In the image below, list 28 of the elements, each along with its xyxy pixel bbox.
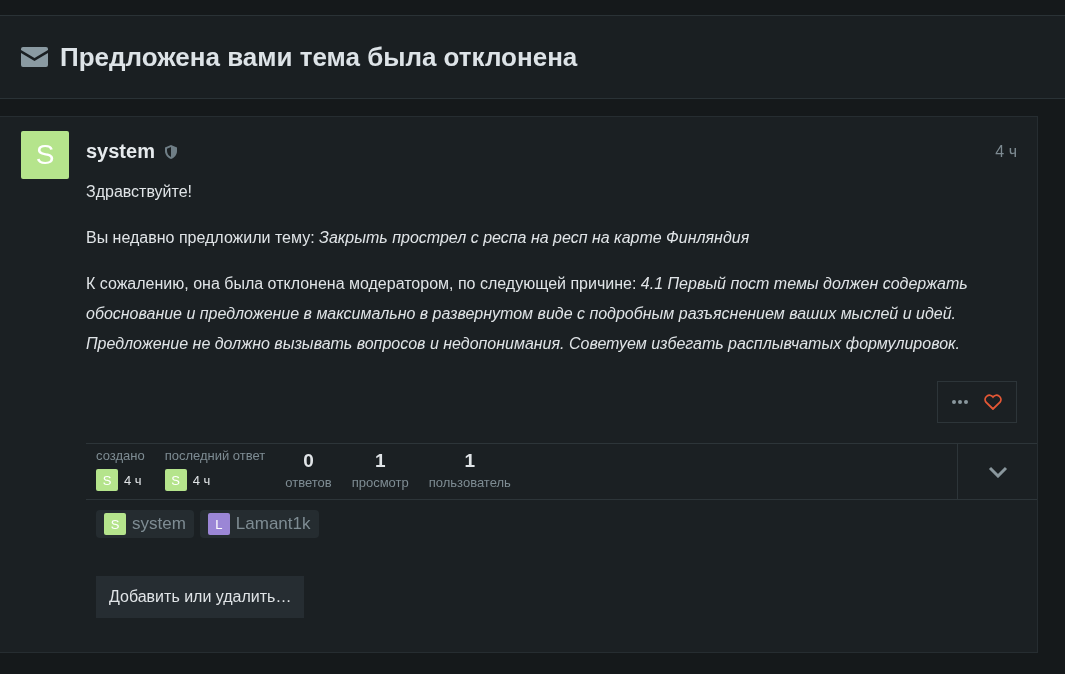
participant-chip[interactable]: S system xyxy=(96,510,194,538)
user-avatar: L xyxy=(207,513,230,535)
shield-icon xyxy=(164,144,177,159)
stat-label: просмотр xyxy=(351,475,409,490)
date-time: 4 ч xyxy=(124,472,142,488)
post-time[interactable]: 4 ч xyxy=(995,142,1017,161)
stat-value: 1 xyxy=(374,450,386,472)
stat-label: ответов xyxy=(285,475,332,490)
stat-value: 0 xyxy=(303,450,314,472)
participant-name: system xyxy=(132,514,186,534)
stat-value: 1 xyxy=(464,450,476,472)
stat-label: пользователь xyxy=(428,475,511,490)
participant-name: Lamant1k xyxy=(235,514,311,534)
date-time: 4 ч xyxy=(192,472,211,488)
date-label: создано xyxy=(96,448,145,463)
envelope-icon xyxy=(21,47,48,67)
author-name[interactable]: system xyxy=(86,140,155,163)
participant-chip[interactable]: L Lamant1k xyxy=(199,510,319,538)
heart-icon xyxy=(984,394,1002,410)
post-paragraph: К сожалению, она была отклонена модератором, по следующей причине: 4.1 Первый пост темы должен содержать обоснование и предложение в максимально в развернутом виде с подробным разъяснением ваших мыслей и идей. Предложение не должно вызывать вопросов и недопонимания. Советуем избегать расплывчатых формулировок. xyxy=(86,274,969,354)
user-avatar: S xyxy=(104,513,126,535)
date-label: последний ответ xyxy=(164,448,266,463)
more-icon xyxy=(952,400,968,404)
post-paragraph: Здравствуйте! xyxy=(86,182,194,202)
add-remove-button[interactable]: Добавить или удалить… xyxy=(96,576,305,618)
chevron-icon xyxy=(987,465,1008,478)
topic-title: Предложена вами тема была отклонена xyxy=(60,41,578,73)
post-paragraph: Вы недавно предложили тему: Закрыть прострел с респа на респ на карте Финляндия xyxy=(86,228,751,248)
